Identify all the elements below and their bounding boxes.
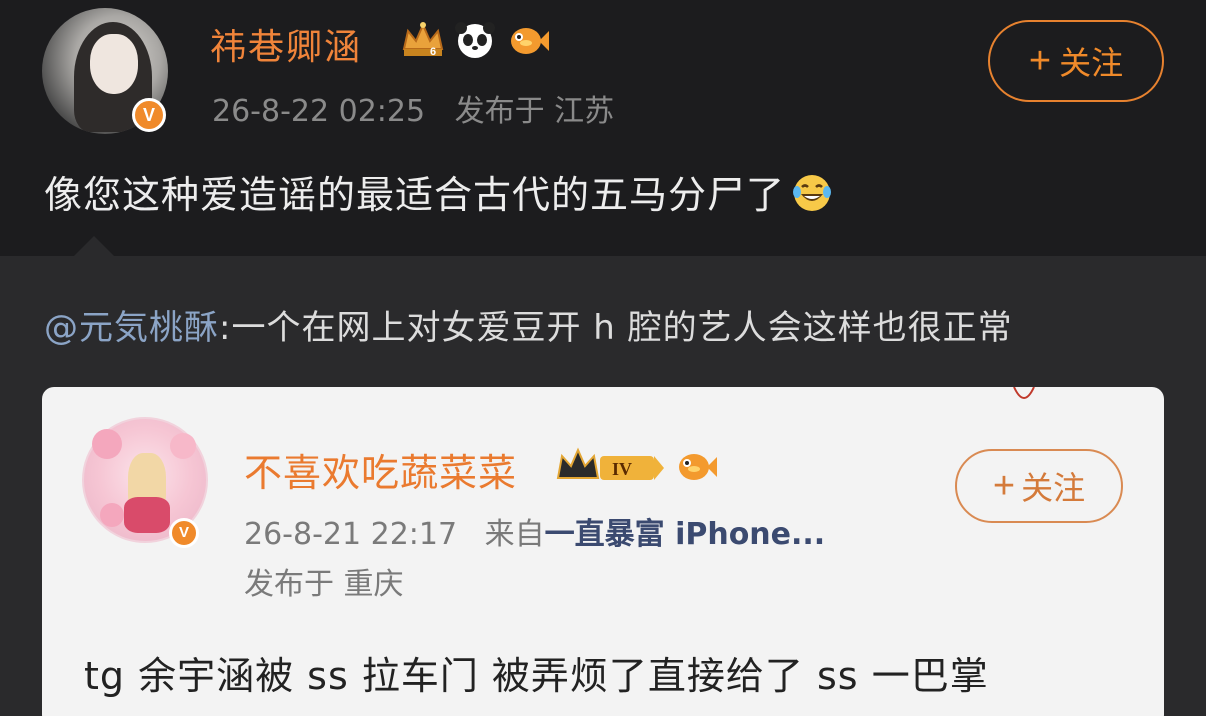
- pin-mark-icon: [1013, 387, 1035, 399]
- follow-button[interactable]: + 关注: [988, 20, 1164, 102]
- fish-icon[interactable]: [672, 445, 718, 487]
- post-meta: 26-8-22 02:25 发布于 江苏: [212, 86, 634, 130]
- quoted-source-prefix: 来自: [484, 517, 545, 552]
- quoted-user-badges: IV: [556, 444, 718, 488]
- avatar-face: [90, 34, 138, 94]
- weibo-post: V 祎巷卿涵 6 26-8-22 02:25 发布于 江苏 + 关注 像您这种爱…: [0, 0, 1206, 256]
- repost-arrow-notch: [72, 236, 116, 258]
- avatar-flower: [170, 433, 196, 459]
- plus-icon: +: [1028, 40, 1052, 82]
- repost-text: @元気桃酥:一个在网上对女爱豆开 h 腔的艺人会这样也很正常: [44, 300, 1013, 349]
- avatar-flower: [100, 503, 124, 527]
- laughing-tears-emoji-icon: [793, 175, 832, 211]
- quoted-location: 发布于 重庆: [244, 567, 404, 602]
- post-username[interactable]: 祎巷卿涵: [210, 18, 362, 70]
- follow-label: 关注: [1021, 470, 1086, 506]
- verified-v-icon: V: [132, 98, 166, 132]
- user-badges: 6: [400, 18, 550, 62]
- post-timestamp: 26-8-22 02:25: [212, 94, 426, 129]
- mention-link[interactable]: @元気桃酥: [44, 308, 219, 348]
- fish-icon[interactable]: [504, 19, 550, 61]
- crown-level-text: 6: [430, 46, 436, 58]
- quoted-verified-v-icon: V: [169, 518, 199, 548]
- repost-body: :一个在网上对女爱豆开 h 腔的艺人会这样也很正常: [219, 308, 1013, 348]
- crown-level-iv-icon[interactable]: IV: [556, 444, 666, 488]
- post-text: 像您这种爱造谣的最适合古代的五马分尸了: [44, 164, 833, 219]
- post-body: 像您这种爱造谣的最适合古代的五马分尸了: [44, 173, 786, 217]
- panda-icon[interactable]: [452, 19, 498, 61]
- post-location: 发布于 江苏: [454, 94, 615, 129]
- follow-label: 关注: [1059, 45, 1124, 81]
- quoted-text: tg 余宇涵被 ss 拉车门 被弄烦了直接给了 ss 一巴掌: [84, 654, 989, 698]
- crown-level-text: IV: [612, 459, 632, 479]
- quoted-timestamp: 26-8-21 22:17: [244, 517, 458, 552]
- quoted-follow-button[interactable]: + 关注: [955, 449, 1123, 523]
- avatar-figure-dress: [124, 497, 170, 533]
- crown-level-6-icon[interactable]: 6: [400, 19, 446, 61]
- plus-icon: +: [992, 465, 1016, 507]
- quoted-source[interactable]: 一直暴富 iPhone...: [545, 517, 826, 552]
- quoted-meta: 26-8-21 22:17 来自一直暴富 iPhone...: [244, 509, 825, 553]
- quoted-username[interactable]: 不喜欢吃蔬菜菜: [244, 442, 517, 497]
- avatar-flower: [92, 429, 122, 459]
